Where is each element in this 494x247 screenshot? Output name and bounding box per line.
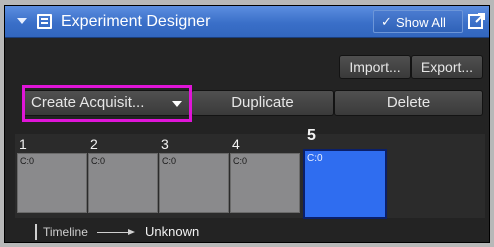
timeline-value: Unknown — [145, 224, 200, 239]
block-channel-label: C:0 — [307, 153, 323, 164]
duplicate-button[interactable]: Duplicate — [191, 90, 334, 116]
panel-title: Experiment Designer — [61, 13, 211, 30]
block-number: 2 — [90, 136, 98, 152]
import-button[interactable]: Import... — [339, 55, 411, 79]
experiment-designer-panel: Experiment Designer ✓ Show All Import...… — [4, 5, 490, 243]
block-channel-label: C:0 — [20, 156, 35, 166]
block-number: 3 — [161, 136, 169, 152]
show-all-button[interactable]: ✓ Show All — [373, 10, 463, 33]
create-acquisition-highlight — [22, 85, 192, 122]
export-button[interactable]: Export... — [411, 55, 483, 79]
block-number: 1 — [19, 136, 27, 152]
collapse-chevron-icon[interactable] — [17, 18, 27, 24]
delete-button[interactable]: Delete — [334, 90, 483, 116]
block-channel-label: C:0 — [233, 156, 248, 166]
show-all-label: Show All — [396, 15, 446, 30]
experiment-block-4[interactable]: C:0 — [230, 153, 300, 213]
experiment-block-3[interactable]: C:0 — [159, 153, 229, 213]
block-number: 4 — [232, 136, 240, 152]
timeline-marker — [35, 224, 37, 240]
block-channel-label: C:0 — [162, 156, 177, 166]
block-number-selected: 5 — [307, 127, 316, 144]
checkmark-icon: ✓ — [381, 14, 392, 29]
experiment-block-1[interactable]: C:0 — [17, 153, 87, 213]
block-channel-label: C:0 — [91, 156, 106, 166]
timeline-label: Timeline — [43, 225, 88, 239]
popout-icon[interactable] — [467, 11, 487, 31]
arrow-right-icon — [97, 229, 135, 235]
experiment-block-2[interactable]: C:0 — [88, 153, 158, 213]
title-bar: Experiment Designer ✓ Show All — [5, 6, 489, 38]
experiment-block-5-selected[interactable]: C:0 — [303, 149, 387, 219]
experiment-designer-icon — [37, 14, 52, 29]
